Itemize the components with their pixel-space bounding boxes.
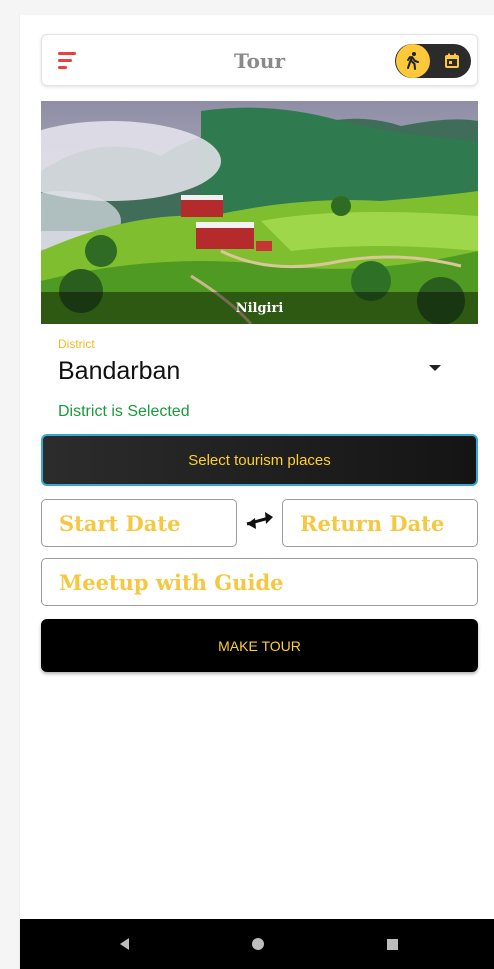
- district-select[interactable]: Bandarban: [58, 357, 180, 386]
- district-helper-text: District is Selected: [58, 403, 190, 420]
- home-icon[interactable]: [252, 938, 264, 950]
- return-date-field[interactable]: Return Date: [282, 499, 478, 547]
- banner-caption-text: Nilgiri: [235, 300, 284, 316]
- landscape-image: [41, 101, 478, 324]
- banner-caption: Nilgiri: [41, 292, 478, 324]
- district-label: District: [58, 337, 95, 351]
- meetup-guide-field[interactable]: Meetup with Guide: [41, 558, 478, 606]
- back-icon[interactable]: [120, 938, 129, 950]
- recents-icon[interactable]: [387, 939, 398, 950]
- swap-arrows-icon[interactable]: [243, 509, 277, 533]
- mode-toggle[interactable]: [395, 44, 471, 78]
- calendar-icon: [445, 53, 459, 68]
- select-tourism-places-button[interactable]: Select tourism places: [41, 434, 478, 486]
- top-app-bar: Tour: [41, 34, 478, 86]
- hiking-icon: [396, 44, 430, 78]
- app-screen: Tour Nilgiri District Bandarban District…: [19, 15, 494, 969]
- dropdown-arrow-icon[interactable]: [429, 365, 441, 371]
- destination-banner[interactable]: Nilgiri: [41, 101, 478, 324]
- system-navigation-bar: [20, 919, 494, 969]
- make-tour-button[interactable]: MAKE TOUR: [41, 619, 478, 672]
- start-date-field[interactable]: Start Date: [41, 499, 237, 547]
